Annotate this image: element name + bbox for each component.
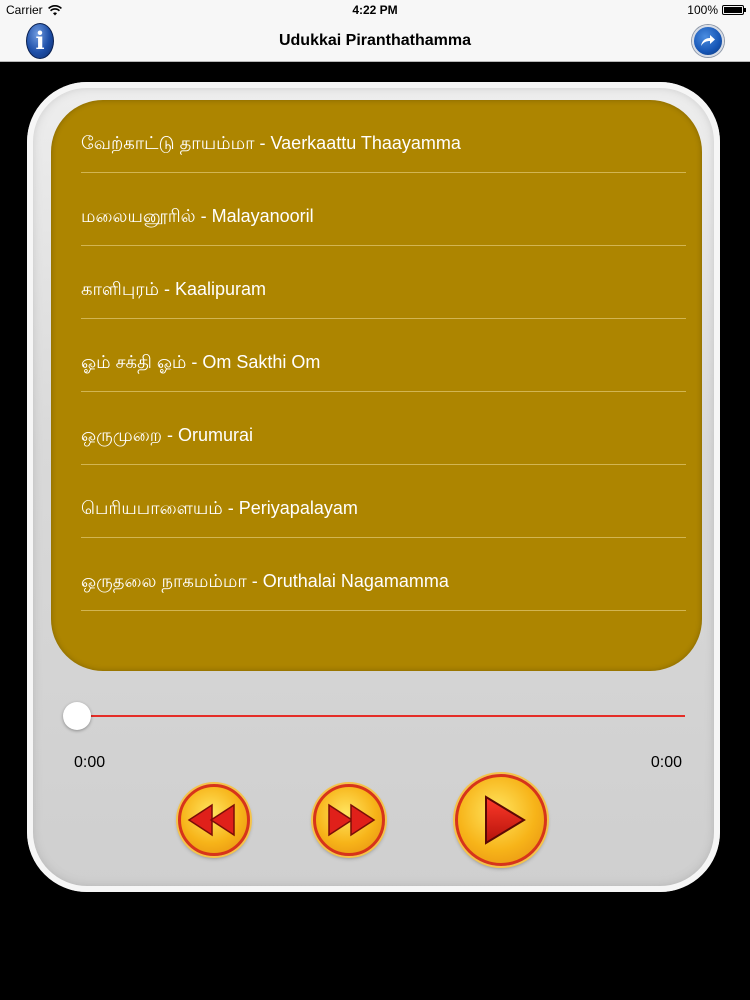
battery-percent: 100% [687, 3, 718, 17]
total-time: 0:00 [650, 754, 682, 771]
battery-fill [724, 7, 742, 13]
status-bar: Carrier 4:22 PM 100% [0, 0, 750, 20]
battery-icon [722, 5, 746, 15]
progress-thumb[interactable] [63, 702, 91, 730]
rewind-icon [187, 803, 235, 837]
status-time: 4:22 PM [352, 3, 398, 17]
song-title: ஓம் சக்தி ஓம் - Om Sakthi Om [81, 352, 321, 372]
song-list-item[interactable]: வேற்காட்டு தாயம்மா - Vaerkaattu Thaayamm… [81, 100, 686, 173]
fast-forward-icon [328, 803, 376, 837]
song-title: வேற்காட்டு தாயம்மா - Vaerkaattu Thaayamm… [81, 133, 461, 153]
share-arrow-icon [701, 35, 715, 46]
song-list-item[interactable]: ஓம் சக்தி ஓம் - Om Sakthi Om [81, 319, 686, 392]
song-title: ஒருமுறை - Orumurai [81, 425, 254, 445]
rewind-button[interactable] [178, 784, 250, 856]
song-list-item[interactable]: ஒருமுறை - Orumurai [81, 392, 686, 465]
battery-group: 100% [687, 3, 746, 17]
song-title: மலையனூரில் - Malayanooril [81, 206, 314, 226]
song-title: ஒருதலை நாகமம்மா - Oruthalai Nagamamma [81, 571, 449, 591]
song-list-item[interactable]: காளிபுரம் - Kaalipuram [81, 246, 686, 319]
navigation-bar: i Udukkai Piranthathamma [0, 20, 750, 62]
song-list-item[interactable]: ஒருதலை நாகமம்மா - Oruthalai Nagamamma [81, 538, 686, 611]
player-frame: வேற்காட்டு தாயம்மா - Vaerkaattu Thaayamm… [27, 82, 720, 892]
song-list[interactable]: வேற்காட்டு தாயம்மா - Vaerkaattu Thaayamm… [51, 100, 702, 671]
song-list-item[interactable]: மலையனூரில் - Malayanooril [81, 173, 686, 246]
progress-slider[interactable] [63, 702, 685, 730]
song-list-item[interactable]: பெரியபாளையம் - Periyapalayam [81, 465, 686, 538]
song-title: பெரியபாளையம் - Periyapalayam [81, 498, 358, 518]
fast-forward-button[interactable] [313, 784, 385, 856]
progress-track [77, 715, 685, 717]
play-button[interactable] [455, 774, 547, 866]
share-button[interactable] [692, 25, 724, 57]
page-title: Udukkai Piranthathamma [278, 32, 472, 49]
song-title: காளிபுரம் - Kaalipuram [81, 279, 267, 299]
elapsed-time: 0:00 [74, 754, 106, 771]
play-icon [485, 795, 526, 845]
